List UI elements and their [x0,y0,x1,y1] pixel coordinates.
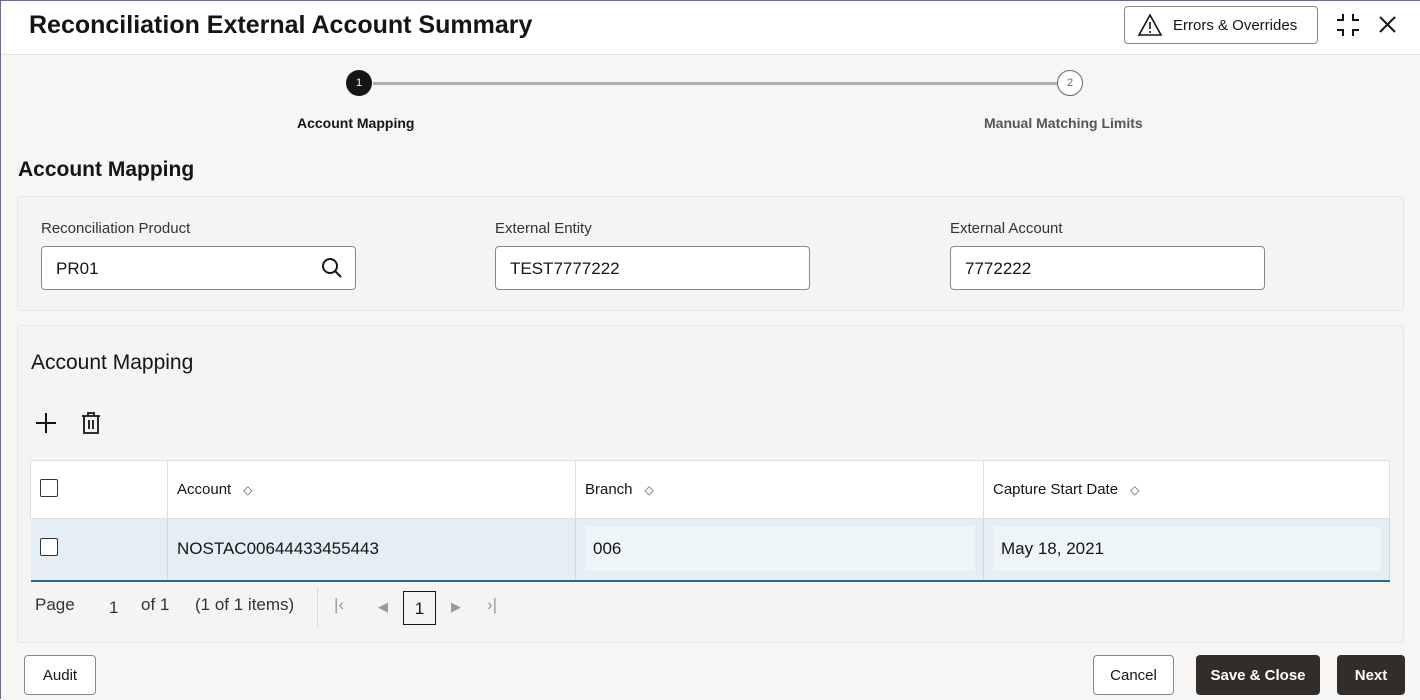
step-1-indicator[interactable]: 1 [346,70,372,96]
date-cell[interactable]: May 18, 2021 [993,527,1381,572]
search-icon[interactable] [321,257,343,279]
prev-page-icon[interactable]: ◀ [378,599,388,615]
product-value: PR01 [56,259,99,278]
step-2-label[interactable]: Manual Matching Limits [984,115,1143,131]
minimize-icon[interactable] [1335,12,1361,38]
grid-title: Account Mapping [31,351,194,374]
branch-cell[interactable]: 006 [585,527,975,572]
table-row[interactable]: NOSTAC00644433455443 006 May 18, 2021 [30,518,1390,582]
sort-icon[interactable]: ◇ [1130,483,1139,497]
step-1-label[interactable]: Account Mapping [297,115,414,131]
stepper-track [373,82,1057,85]
sort-icon[interactable]: ◇ [645,483,654,497]
entity-label: External Entity [495,220,592,237]
warning-icon [1137,13,1163,36]
header: Reconciliation External Account Summary … [1,1,1420,55]
account-mapping-table: Account ◇ Branch ◇ Capture Start Date ◇ NOS… [30,460,1390,582]
cancel-button[interactable]: Cancel [1093,655,1174,695]
section-title: Account Mapping [18,158,195,181]
current-page-button[interactable]: 1 [403,591,436,625]
column-branch[interactable]: Branch ◇ [575,460,984,519]
account-label: External Account [950,220,1063,237]
column-branch-label: Branch [585,481,633,498]
product-input[interactable]: PR01 [41,246,356,290]
column-account[interactable]: Account ◇ [167,460,576,519]
column-account-label: Account [177,481,232,498]
add-icon[interactable] [35,412,57,434]
close-icon[interactable] [1379,16,1396,33]
first-page-icon[interactable]: |‹ [334,595,344,615]
row-checkbox[interactable] [39,537,58,556]
page-input[interactable]: 1 [109,598,118,618]
page-label: Page [35,595,75,614]
product-label: Reconciliation Product [41,220,191,237]
step-2-indicator[interactable]: 2 [1057,70,1083,96]
delete-icon[interactable] [80,411,102,435]
last-page-icon[interactable]: ›| [487,595,497,615]
external-account-input[interactable]: 7772222 [950,246,1265,290]
pager-divider [317,587,318,627]
select-all-checkbox[interactable] [40,478,58,497]
entity-input[interactable]: TEST7777222 [495,246,810,290]
column-capture-start-date[interactable]: Capture Start Date ◇ [983,460,1390,519]
next-page-icon[interactable]: ▶ [451,599,461,615]
next-button[interactable]: Next [1337,655,1405,695]
column-date-label: Capture Start Date [993,481,1119,498]
audit-button[interactable]: Audit [24,655,96,695]
errors-label: Errors & Overrides [1173,16,1298,34]
account-cell: NOSTAC00644433455443 [167,518,576,582]
save-close-button[interactable]: Save & Close [1196,655,1320,695]
table-header-row: Account ◇ Branch ◇ Capture Start Date ◇ [30,460,1390,519]
page-title: Reconciliation External Account Summary [29,11,533,39]
items-count: (1 of 1 items) [195,595,295,614]
errors-overrides-button[interactable]: Errors & Overrides [1124,6,1318,44]
sort-icon[interactable]: ◇ [243,483,252,497]
page-of: of 1 [141,595,170,614]
